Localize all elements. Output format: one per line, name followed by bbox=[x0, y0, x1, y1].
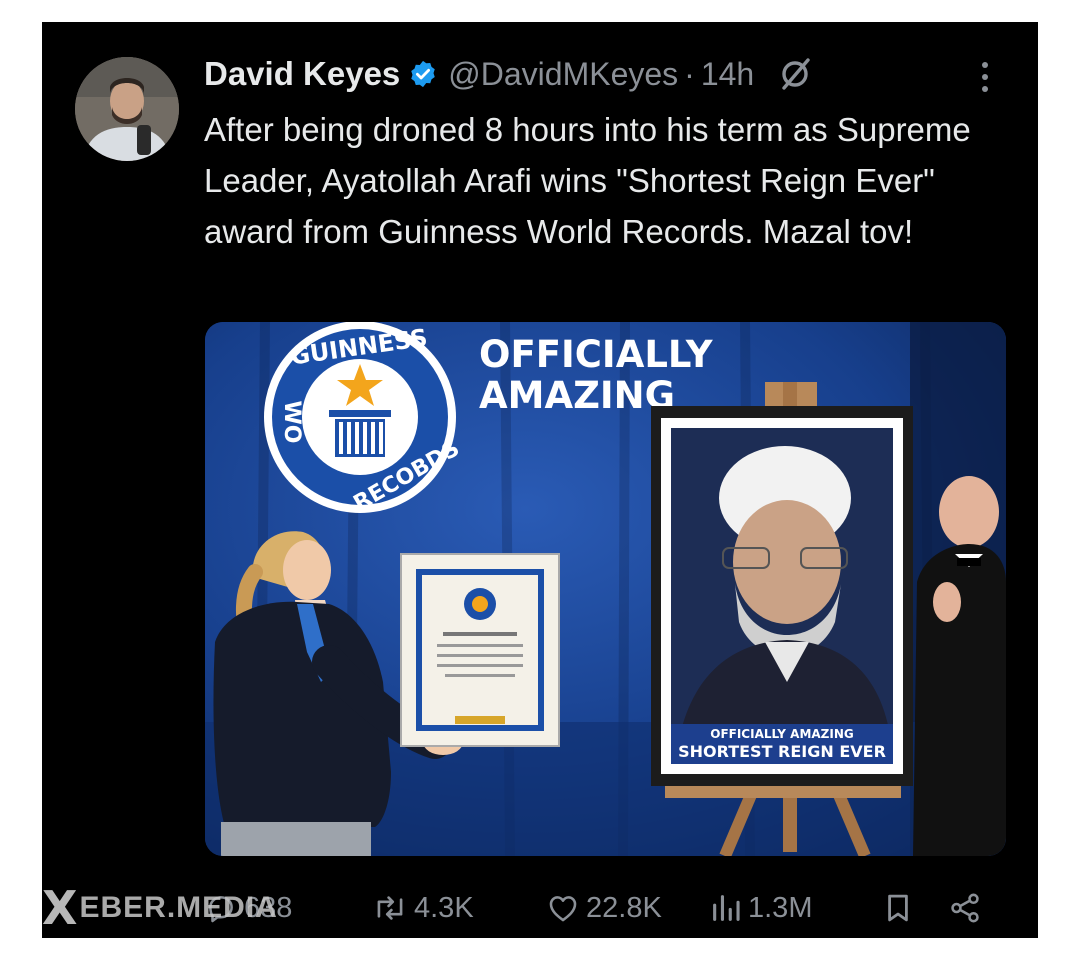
views-icon bbox=[713, 895, 740, 921]
verified-badge-icon bbox=[408, 59, 438, 89]
avatar[interactable] bbox=[75, 57, 179, 161]
tweet-card: David Keyes @DavidMKeyes · 14h After bei… bbox=[42, 22, 1038, 938]
repost-button[interactable]: 4.3K bbox=[372, 880, 474, 936]
timestamp[interactable]: 14h bbox=[701, 56, 754, 93]
like-count: 22.8K bbox=[586, 891, 662, 924]
repost-icon bbox=[377, 896, 403, 920]
portrait-frame: OFFICIALLY AMAZING SHORTEST REIGN EVER bbox=[651, 406, 913, 786]
share-icon bbox=[951, 893, 979, 923]
views-count: 1.3M bbox=[748, 891, 813, 924]
like-icon bbox=[549, 896, 577, 922]
logo-left-text: WO bbox=[279, 401, 304, 444]
display-name[interactable]: David Keyes bbox=[204, 55, 400, 93]
portrait-caption-line-1: OFFICIALLY AMAZING bbox=[710, 727, 853, 741]
watermark: X EBER.MEDIA bbox=[42, 881, 278, 935]
more-options-icon[interactable] bbox=[977, 59, 993, 95]
award-photo: GUINNESS WO RECOBDS OFFICIALLY AMAZING O… bbox=[205, 322, 1006, 856]
bookmark-icon bbox=[888, 894, 908, 922]
separator: · bbox=[684, 55, 695, 92]
certificate bbox=[400, 553, 560, 747]
watermark-x-mark: X bbox=[42, 881, 78, 935]
handle[interactable]: @DavidMKeyes bbox=[448, 56, 678, 93]
portrait-caption-line-2: SHORTEST REIGN EVER bbox=[678, 742, 886, 761]
like-button[interactable]: 22.8K bbox=[546, 880, 662, 936]
tweet-media-image[interactable]: GUINNESS WO RECOBDS OFFICIALLY AMAZING O… bbox=[205, 322, 1006, 856]
grok-icon[interactable] bbox=[778, 57, 812, 91]
repost-count: 4.3K bbox=[414, 891, 474, 924]
banner-line-2: AMAZING bbox=[479, 374, 675, 417]
tweet-text: After being droned 8 hours into his term… bbox=[204, 111, 971, 250]
bookmark-button[interactable] bbox=[884, 880, 912, 936]
share-button[interactable] bbox=[948, 880, 982, 936]
avatar-image bbox=[75, 57, 179, 161]
watermark-text: EBER.MEDIA bbox=[79, 891, 278, 924]
tweet-header: David Keyes @DavidMKeyes · 14h bbox=[204, 52, 812, 96]
views-button[interactable]: 1.3M bbox=[710, 880, 812, 936]
banner-line-1: OFFICIALLY bbox=[479, 333, 714, 376]
